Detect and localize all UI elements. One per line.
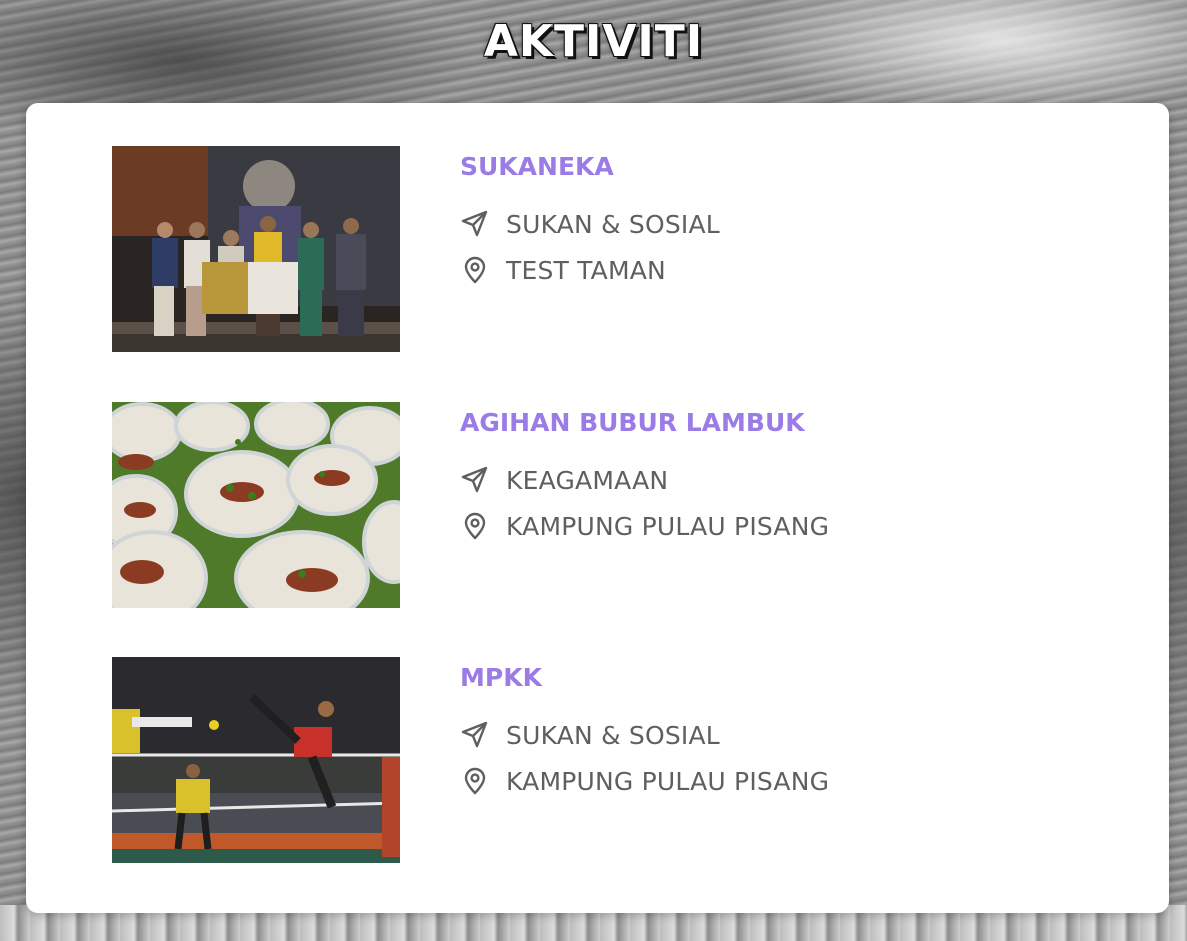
activity-category: KEAGAMAAN	[460, 457, 1100, 503]
activity-item: MPKK SUKAN & SOSIAL KAMPUNG PULAU PISANG	[112, 657, 1112, 867]
location-text: KAMPUNG PULAU PISANG	[506, 511, 830, 541]
activity-category: SUKAN & SOSIAL	[460, 712, 1100, 758]
activity-category: SUKAN & SOSIAL	[460, 201, 1100, 247]
activity-item: SUKANEKA SUKAN & SOSIAL TEST TAMAN	[112, 146, 1112, 356]
map-pin-icon	[464, 767, 486, 795]
award-ceremony-photo[interactable]	[112, 146, 400, 352]
activity-location: TEST TAMAN	[460, 247, 1100, 293]
activity-info: MPKK SUKAN & SOSIAL KAMPUNG PULAU PISANG	[460, 657, 1100, 804]
activity-location: KAMPUNG PULAU PISANG	[460, 758, 1100, 804]
paper-plane-icon	[461, 721, 488, 748]
activity-info: AGIHAN BUBUR LAMBUK KEAGAMAAN KAMPUNG PU…	[460, 402, 1100, 549]
paper-plane-icon	[461, 210, 488, 237]
location-text: TEST TAMAN	[506, 255, 666, 285]
activity-location: KAMPUNG PULAU PISANG	[460, 503, 1100, 549]
activity-card: SUKANEKA SUKAN & SOSIAL TEST TAMAN AGIHA…	[26, 103, 1169, 913]
activity-item: AGIHAN BUBUR LAMBUK KEAGAMAAN KAMPUNG PU…	[112, 402, 1112, 612]
map-pin-icon	[464, 512, 486, 540]
activity-title[interactable]: MPKK	[460, 661, 1100, 695]
paper-plane-icon	[461, 466, 488, 493]
sepak-takraw-photo[interactable]	[112, 657, 400, 863]
bubur-lambuk-photo[interactable]	[112, 402, 400, 608]
category-text: KEAGAMAAN	[506, 465, 669, 495]
category-text: SUKAN & SOSIAL	[506, 209, 720, 239]
activity-info: SUKANEKA SUKAN & SOSIAL TEST TAMAN	[460, 146, 1100, 293]
location-text: KAMPUNG PULAU PISANG	[506, 766, 830, 796]
map-pin-icon	[464, 256, 486, 284]
activity-title[interactable]: AGIHAN BUBUR LAMBUK	[460, 406, 1100, 440]
activity-title[interactable]: SUKANEKA	[460, 150, 1100, 184]
category-text: SUKAN & SOSIAL	[506, 720, 720, 750]
page-title: AKTIVITI	[483, 16, 704, 67]
